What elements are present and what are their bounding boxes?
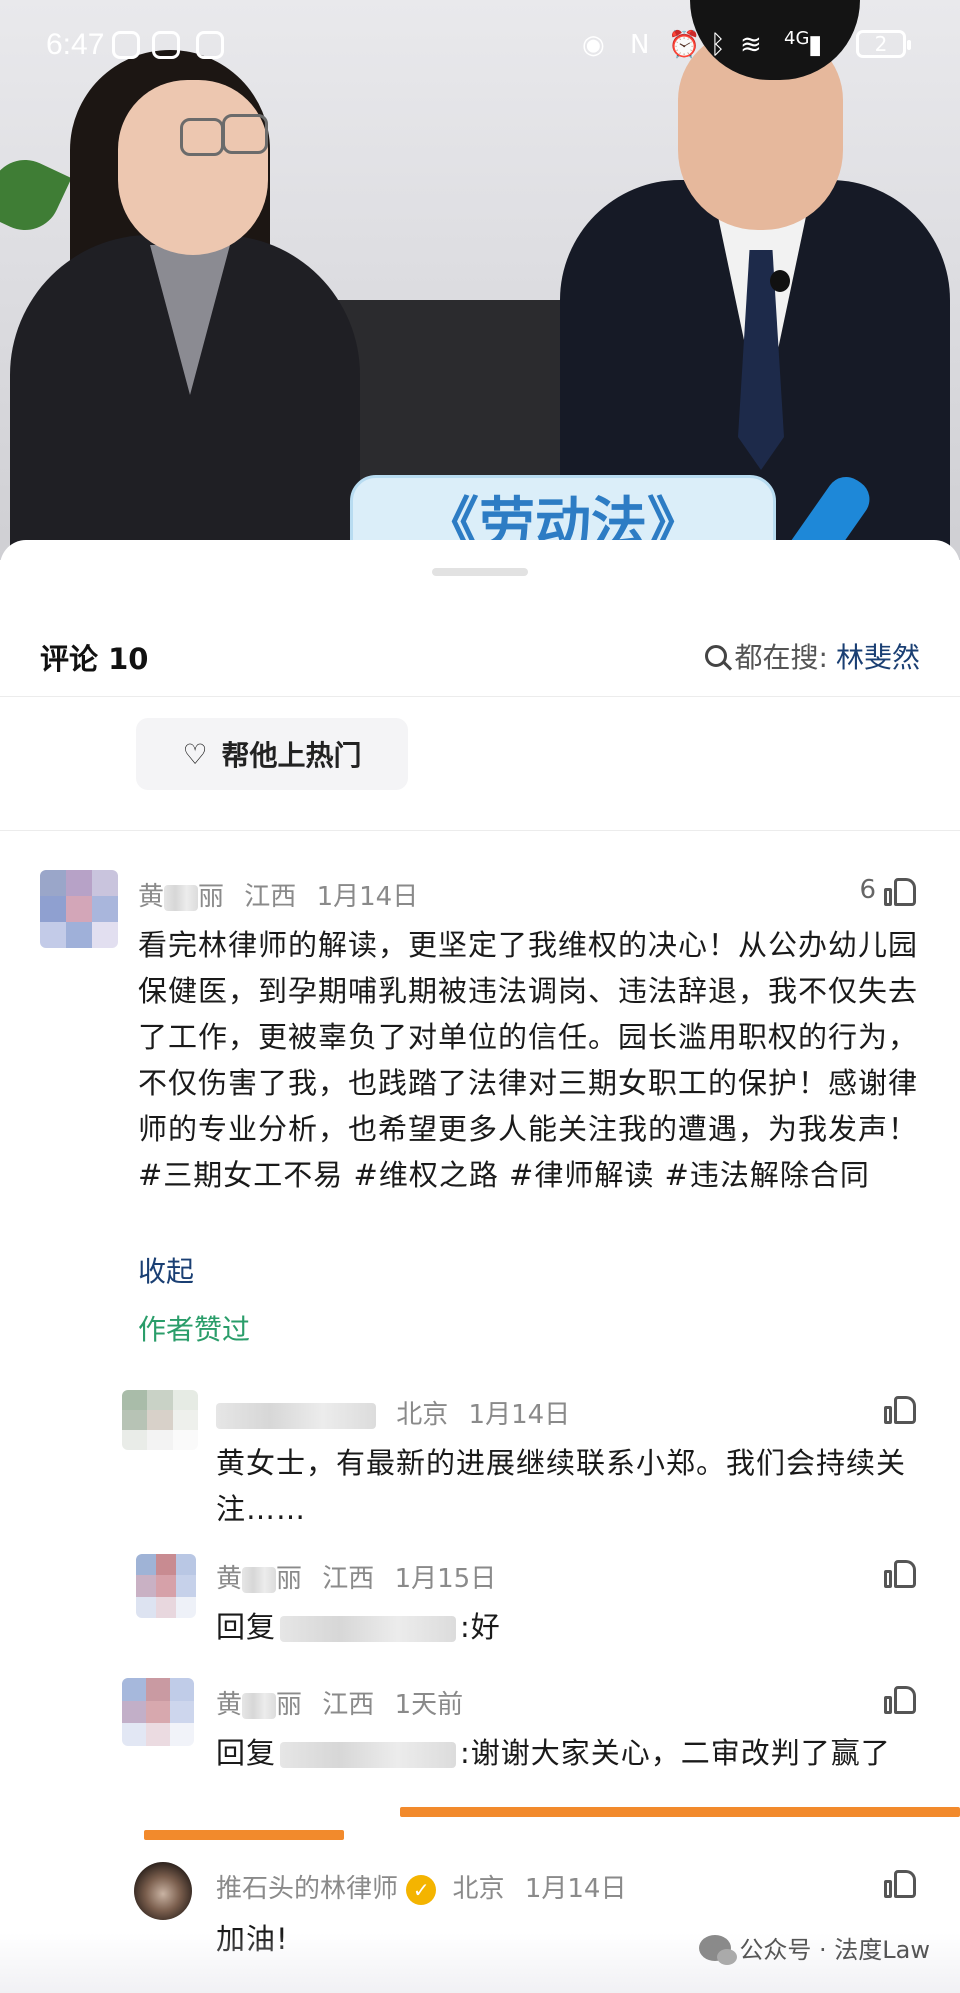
reply-content: :谢谢大家关心，二审改判了赢了: [460, 1736, 891, 1770]
search-icon: [704, 645, 727, 667]
thumbs-up-icon: [884, 874, 916, 906]
video-player[interactable]: 《劳动法》 6:47 ◉ N ⏰ ᛒ ≋ 4G ▮ 2: [0, 0, 960, 560]
reply-text: 回复 :谢谢大家关心，二审改判了赢了: [216, 1730, 926, 1776]
watermark: 公众号 · 法度Law: [699, 1930, 930, 1965]
reply-date: 1月14日: [468, 1400, 571, 1430]
glasses-right: [222, 114, 268, 154]
reply-location: 北京: [396, 1400, 449, 1430]
network-type: 4G: [784, 28, 810, 49]
avatar[interactable]: [40, 870, 118, 948]
reply-target-mask: [280, 1616, 457, 1642]
reply-username-first[interactable]: 黄: [216, 1564, 242, 1594]
comment-username-last[interactable]: 丽: [198, 882, 224, 912]
reply-meta: 推石头的林律师 ✓ 北京 1月14日: [216, 1868, 626, 1905]
reply-text: 回复 :好: [216, 1604, 926, 1650]
reply-meta: 北京 1月14日: [216, 1394, 570, 1431]
status-bar: 6:47 ◉ N ⏰ ᛒ ≋ 4G ▮ 2: [0, 0, 960, 90]
divider: [0, 830, 960, 831]
reply-prefix: 回复: [216, 1610, 277, 1644]
wifi-icon: ≋: [740, 30, 762, 60]
sheet-drag-handle[interactable]: [432, 568, 528, 576]
avatar[interactable]: [122, 1678, 194, 1746]
lapel-mic: [770, 270, 790, 292]
reply-prefix: 回复: [216, 1736, 277, 1770]
reply-date: 1月15日: [394, 1564, 497, 1594]
avatar[interactable]: [122, 1390, 198, 1450]
like-button[interactable]: [884, 1392, 916, 1424]
highlight-underline: [400, 1807, 960, 1817]
like-button[interactable]: [884, 1682, 916, 1714]
reply-username-last[interactable]: 丽: [276, 1690, 302, 1720]
reply-location: 江西: [322, 1564, 375, 1594]
reply-date: 1月14日: [524, 1874, 627, 1904]
reply-username-last[interactable]: 丽: [276, 1564, 302, 1594]
like-button[interactable]: [884, 1866, 916, 1898]
avatar[interactable]: [136, 1554, 196, 1618]
signal-icon: ▮: [808, 30, 823, 60]
notification-icon-2: [152, 31, 180, 59]
comment-username-first[interactable]: 黄: [138, 882, 164, 912]
main-comment: 黄 丽 江西 1月14日 6 看完林律师的解读，更坚定了我维权的决心！从公办幼儿园…: [0, 850, 960, 1346]
search-hint-keyword[interactable]: 林斐然: [836, 636, 920, 676]
comments-sheet: 评论 10 都在搜: 林斐然 ♡ 帮他上热门 黄丽 江西 1月14日 6 看完林…: [0, 540, 960, 1993]
eye-icon: ◉: [582, 30, 605, 60]
thumbs-up-icon: [884, 1866, 916, 1898]
like-count: 6: [859, 875, 876, 905]
wechat-icon: [699, 1934, 738, 1965]
notification-icon-1: [112, 31, 140, 59]
author-liked-tag: 作者赞过: [138, 1313, 251, 1346]
thumbs-up-icon: [884, 1682, 916, 1714]
plant-decoration: [0, 148, 72, 242]
username-mask: [216, 1402, 376, 1429]
like-button[interactable]: 6: [859, 874, 916, 906]
reply-location: 北京: [452, 1874, 505, 1904]
reply-meta: 黄 丽 江西 1月15日: [216, 1558, 496, 1595]
search-hint-prefix: 都在搜:: [734, 641, 828, 674]
reply-date: 1天前: [394, 1690, 464, 1720]
verified-badge-icon: ✓: [406, 1874, 437, 1905]
username-mask: [242, 1566, 277, 1593]
reply-location: 江西: [322, 1690, 375, 1720]
username-mask: [164, 884, 199, 911]
username-mask: [242, 1692, 277, 1719]
heart-boost-icon: ♡: [182, 737, 208, 771]
alarm-icon: ⏰: [668, 30, 701, 60]
comments-count-title: 评论 10: [40, 642, 149, 676]
bluetooth-icon: ᛒ: [710, 30, 726, 60]
collapse-link[interactable]: 收起: [138, 1250, 194, 1290]
thumbs-up-icon: [884, 1556, 916, 1588]
avatar[interactable]: [134, 1862, 192, 1920]
reply-item: 黄 丽 江西 1天前 回复 :谢谢大家关心，二审改判了赢了: [0, 1674, 960, 1844]
glasses-left: [180, 118, 224, 156]
watermark-text: 公众号 · 法度Law: [739, 1936, 930, 1964]
thumbs-up-icon: [884, 1392, 916, 1424]
comments-header: 评论 10 都在搜: 林斐然: [0, 610, 960, 697]
reply-username[interactable]: 推石头的林律师: [216, 1874, 398, 1904]
reply-meta: 黄 丽 江西 1天前: [216, 1684, 463, 1721]
comment-location: 江西: [244, 882, 297, 912]
status-time: 6:47: [46, 28, 105, 61]
comment-text: 看完林律师的解读，更坚定了我维权的决心！从公办幼儿园保健医，到孕期哺乳期被违法调…: [138, 928, 919, 1192]
reply-content: :好: [460, 1610, 501, 1644]
reply-item: 黄 丽 江西 1月15日 回复 :好: [0, 1548, 960, 1668]
reply-item: 北京 1月14日 黄女士，有最新的进展继续联系小郑。我们会持续关注……: [0, 1380, 960, 1530]
reply-username-first[interactable]: 黄: [216, 1690, 242, 1720]
comment-date: 1月14日: [316, 882, 419, 912]
reply-target-mask: [280, 1742, 457, 1768]
reply-text: 黄女士，有最新的进展继续联系小郑。我们会持续关注……: [216, 1446, 907, 1526]
like-button[interactable]: [884, 1556, 916, 1588]
boost-button-label: 帮他上热门: [221, 739, 362, 772]
comment-meta: 黄 丽 江西 1月14日: [138, 876, 418, 913]
nfc-icon: N: [630, 30, 650, 60]
notification-icon-3: [196, 31, 224, 59]
battery-icon: 2: [856, 30, 911, 58]
host-female-face: [118, 80, 268, 255]
boost-to-trending-button[interactable]: ♡ 帮他上热门: [136, 718, 408, 790]
related-search[interactable]: 都在搜: 林斐然: [704, 636, 920, 676]
highlight-underline: [144, 1830, 344, 1840]
